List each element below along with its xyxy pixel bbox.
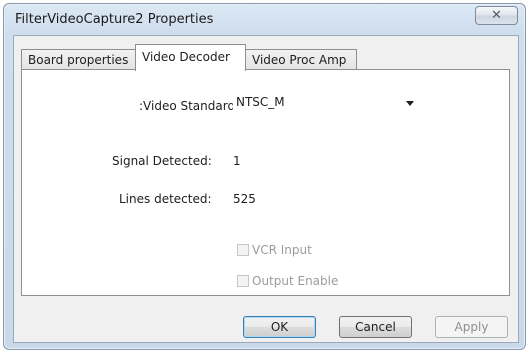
vcr-input-checkbox[interactable]: VCR Input xyxy=(237,243,312,257)
video-standard-select[interactable]: NTSC_M xyxy=(233,92,421,114)
close-button[interactable]: ✕ xyxy=(475,6,518,25)
apply-button-label: Apply xyxy=(454,320,489,334)
tab-label: Board properties xyxy=(28,53,129,67)
tab-video-proc-amp[interactable]: Video Proc Amp xyxy=(245,49,357,70)
output-enable-label: Output Enable xyxy=(252,274,339,288)
checkbox-box xyxy=(237,275,249,287)
video-standard-label: :Video Standard xyxy=(139,99,236,113)
signal-detected-label: Signal Detected: xyxy=(112,154,212,168)
video-standard-value: NTSC_M xyxy=(236,95,285,109)
ok-button-label: OK xyxy=(270,320,289,334)
tab-board-properties[interactable]: Board properties xyxy=(21,49,136,70)
video-decoder-panel: :Video Standard NTSC_M Signal Detected: … xyxy=(21,69,510,296)
checkbox-box xyxy=(237,244,249,256)
cancel-button-label: Cancel xyxy=(355,320,396,334)
signal-detected-value: 1 xyxy=(233,154,241,168)
title-bar[interactable]: FilterVideoCapture2 Properties ✕ xyxy=(4,4,525,34)
vcr-input-label: VCR Input xyxy=(252,243,312,257)
ok-button[interactable]: OK xyxy=(243,316,316,338)
cancel-button[interactable]: Cancel xyxy=(339,316,412,338)
window-title: FilterVideoCapture2 Properties xyxy=(15,12,214,27)
tab-label: Video Decoder xyxy=(142,50,230,64)
lines-detected-label: Lines detected: xyxy=(119,192,212,206)
tab-label: Video Proc Amp xyxy=(252,53,347,67)
lines-detected-value: 525 xyxy=(233,192,256,206)
close-icon: ✕ xyxy=(491,8,502,23)
dialog-client-area: Board properties Video Decoder Video Pro… xyxy=(13,35,519,343)
chevron-down-icon xyxy=(406,101,414,106)
output-enable-checkbox[interactable]: Output Enable xyxy=(237,274,338,288)
properties-dialog: FilterVideoCapture2 Properties ✕ Board p… xyxy=(3,3,526,350)
apply-button[interactable]: Apply xyxy=(435,316,508,338)
tab-video-decoder[interactable]: Video Decoder xyxy=(135,44,246,71)
